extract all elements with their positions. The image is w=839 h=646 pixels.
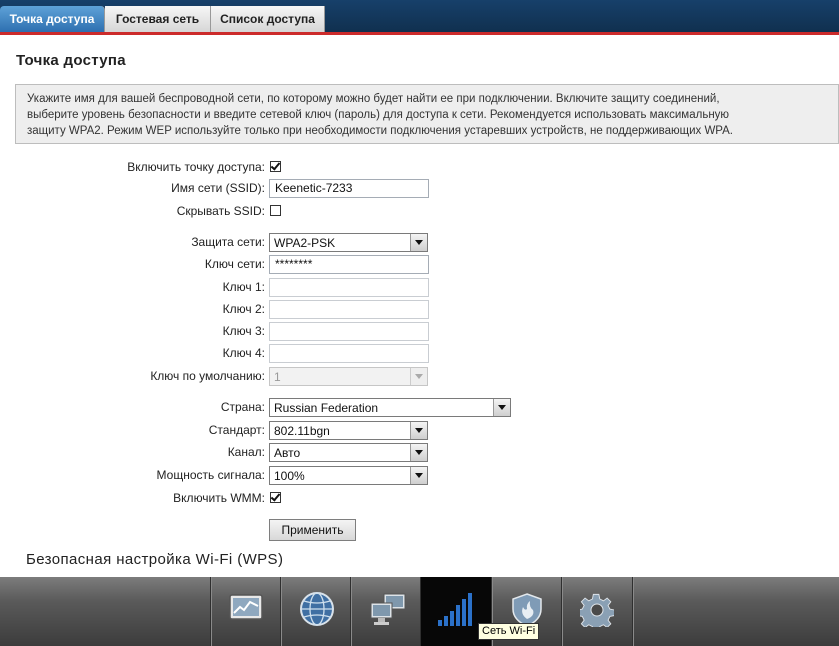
standard-row: Стандарт: 802.11bgn xyxy=(0,420,839,442)
chevron-down-icon xyxy=(410,444,427,461)
wifi-signal-icon xyxy=(438,593,472,626)
country-row: Страна: Russian Federation xyxy=(0,397,839,419)
network-icon xyxy=(370,593,406,625)
standard-value: 802.11bgn xyxy=(274,424,330,438)
chevron-down-icon xyxy=(410,422,427,439)
network-key-input[interactable]: ******** xyxy=(269,255,429,274)
security-value: WPA2-PSK xyxy=(274,236,336,250)
default-key-value: 1 xyxy=(274,370,281,384)
enable-ap-label: Включить точку доступа: xyxy=(127,160,265,174)
key4-label: Ключ 4: xyxy=(222,346,265,360)
chevron-down-icon xyxy=(410,467,427,484)
country-label: Страна: xyxy=(220,400,265,414)
top-tab-bar: Точка доступа Гостевая сеть Список досту… xyxy=(0,0,839,32)
enable-ap-row: Включить точку доступа: xyxy=(0,157,839,179)
wmm-checkbox[interactable] xyxy=(270,492,281,503)
info-line: защиту WPA2. Режим WEP используйте тольк… xyxy=(27,125,733,137)
hide-ssid-checkbox[interactable] xyxy=(270,205,281,216)
bottom-dock xyxy=(0,577,839,646)
key2-label: Ключ 2: xyxy=(222,302,265,316)
power-row: Мощность сигнала: 100% xyxy=(0,465,839,487)
default-key-label: Ключ по умолчанию: xyxy=(150,369,265,383)
ssid-label: Имя сети (SSID): xyxy=(171,181,265,195)
hide-ssid-row: Скрывать SSID: xyxy=(0,201,839,223)
gear-icon xyxy=(580,593,614,627)
standard-select[interactable]: 802.11bgn xyxy=(269,421,428,440)
security-row: Защита сети: WPA2-PSK xyxy=(0,232,839,254)
key4-input[interactable] xyxy=(269,344,429,363)
network-key-label: Ключ сети: xyxy=(204,257,265,271)
chevron-down-icon xyxy=(410,234,427,251)
default-key-row: Ключ по умолчанию: 1 xyxy=(0,366,839,388)
tab-guest-network[interactable]: Гостевая сеть xyxy=(105,6,211,32)
tab-access-list[interactable]: Список доступа xyxy=(211,6,325,32)
ssid-input[interactable]: Keenetic-7233 xyxy=(269,179,429,198)
standard-label: Стандарт: xyxy=(208,423,265,437)
default-key-select[interactable]: 1 xyxy=(269,367,428,386)
security-label: Защита сети: xyxy=(191,235,265,249)
apply-button[interactable]: Применить xyxy=(269,519,356,541)
dock-item-internet[interactable] xyxy=(281,577,351,646)
country-value: Russian Federation xyxy=(274,401,379,415)
channel-value: Авто xyxy=(274,446,301,460)
security-select[interactable]: WPA2-PSK xyxy=(269,233,428,252)
header-accent-line xyxy=(0,32,839,35)
key3-label: Ключ 3: xyxy=(222,324,265,338)
key3-input[interactable] xyxy=(269,322,429,341)
chevron-down-icon xyxy=(493,399,510,416)
globe-icon xyxy=(300,592,334,626)
power-select[interactable]: 100% xyxy=(269,466,428,485)
key3-row: Ключ 3: xyxy=(0,321,839,343)
channel-select[interactable]: Авто xyxy=(269,443,428,462)
wifi-tooltip: Сеть Wi-Fi xyxy=(478,623,540,640)
channel-label: Канал: xyxy=(227,445,265,459)
ssid-row: Имя сети (SSID): Keenetic-7233 xyxy=(0,178,839,200)
key1-row: Ключ 1: xyxy=(0,277,839,299)
dock-item-system[interactable] xyxy=(562,577,632,646)
shield-icon xyxy=(512,593,542,627)
dock-separator xyxy=(632,577,633,646)
tab-access-point[interactable]: Точка доступа xyxy=(0,6,105,32)
page-title: Точка доступа xyxy=(16,52,126,69)
key1-label: Ключ 1: xyxy=(222,280,265,294)
info-line: выберите уровень безопасности и введите … xyxy=(27,109,730,121)
wmm-row: Включить WMM: xyxy=(0,488,839,510)
channel-row: Канал: Авто xyxy=(0,442,839,464)
info-box: Укажите имя для вашей беспроводной сети,… xyxy=(15,84,839,144)
country-select[interactable]: Russian Federation xyxy=(269,398,511,417)
wps-section-title: Безопасная настройка Wi-Fi (WPS) xyxy=(26,551,284,568)
monitor-icon xyxy=(229,594,263,620)
info-line: Укажите имя для вашей беспроводной сети,… xyxy=(27,93,720,105)
key2-row: Ключ 2: xyxy=(0,299,839,321)
network-key-row: Ключ сети: ******** xyxy=(0,254,839,276)
power-label: Мощность сигнала: xyxy=(156,468,265,482)
dock-item-monitor[interactable] xyxy=(211,577,281,646)
dock-item-home-network[interactable] xyxy=(351,577,421,646)
hide-ssid-label: Скрывать SSID: xyxy=(176,204,265,218)
key4-row: Ключ 4: xyxy=(0,343,839,365)
key2-input[interactable] xyxy=(269,300,429,319)
chevron-down-icon xyxy=(410,368,427,385)
wmm-label: Включить WMM: xyxy=(173,491,265,505)
key1-input[interactable] xyxy=(269,278,429,297)
enable-ap-checkbox[interactable] xyxy=(270,161,281,172)
power-value: 100% xyxy=(274,469,305,483)
